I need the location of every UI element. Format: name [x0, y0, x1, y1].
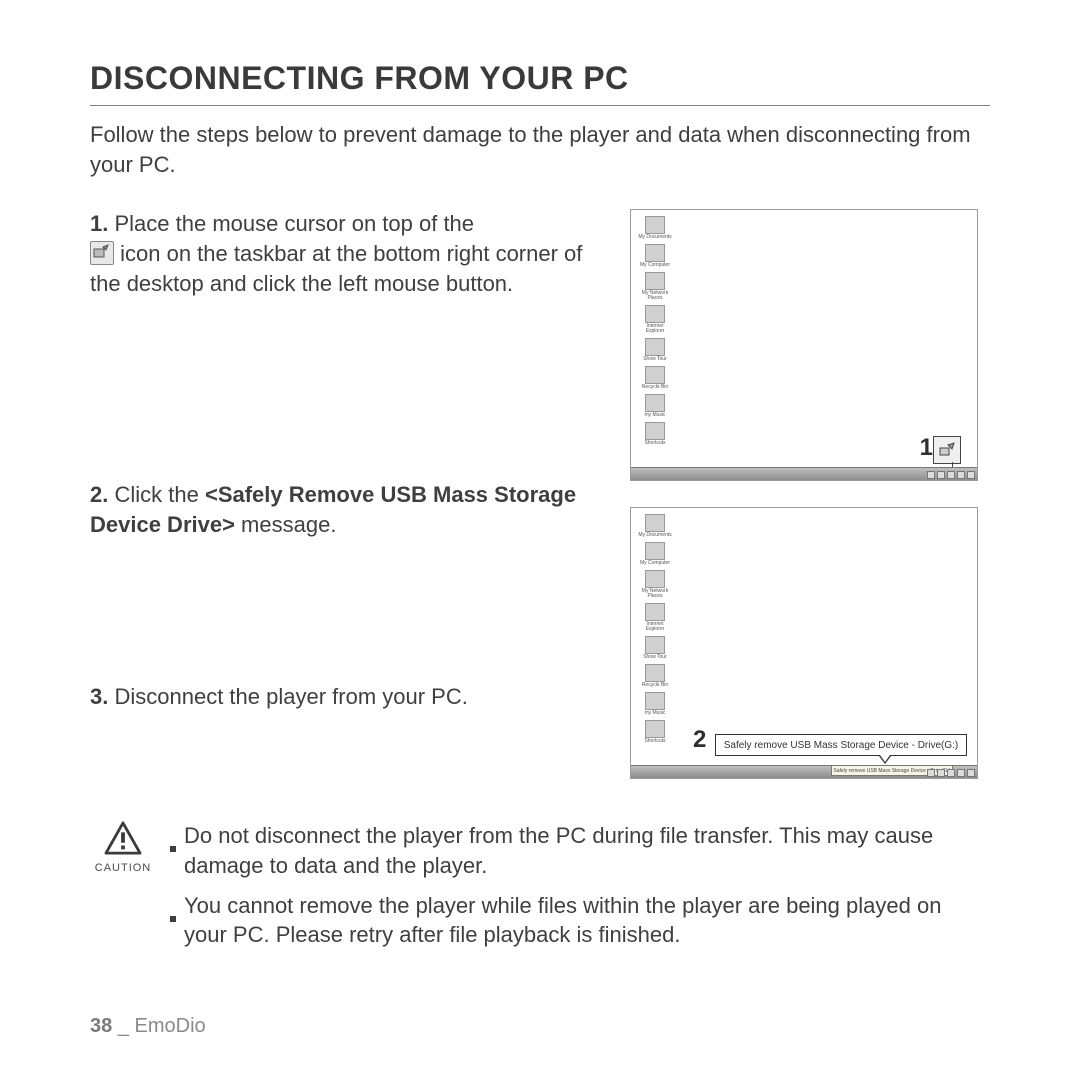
desktop-icons-2: My Documents My Computer My Network Places… — [637, 514, 685, 748]
step-2-text-b: message. — [235, 512, 337, 537]
desktop-icon: My Network Places — [637, 272, 673, 301]
system-tray-1 — [927, 470, 975, 479]
desktop-icon: My Network Places — [637, 570, 673, 599]
taskbar-2: Safely remove USB Mass Storage Device - … — [631, 765, 977, 778]
step-1-text-a: Place the mouse cursor on top of the — [114, 211, 474, 236]
taskbar-tray-icon — [90, 241, 114, 265]
desktop-icon: Recycle Bin — [637, 366, 673, 390]
caution-text-1: Do not disconnect the player from the PC… — [184, 821, 990, 880]
desktop-icon: Internet Explorer — [637, 305, 673, 334]
screenshot-2: My Documents My Computer My Network Places… — [630, 507, 978, 779]
safely-remove-bubble: Safely remove USB Mass Storage Device - … — [715, 734, 967, 756]
desktop-icon: My Documents — [637, 216, 673, 240]
step-3: 3. Disconnect the player from your PC. — [90, 682, 600, 712]
desktop-icon: My Computer — [637, 244, 673, 268]
step-2-number: 2. — [90, 482, 108, 507]
system-tray-2 — [927, 768, 975, 777]
bullet-icon — [170, 821, 184, 880]
intro-text: Follow the steps below to prevent damage… — [90, 120, 990, 179]
desktop-icon: my Music — [637, 692, 673, 716]
manual-page: DISCONNECTING FROM YOUR PC Follow the st… — [0, 0, 1080, 1080]
callout-number-1: 1 — [920, 434, 933, 462]
caution-label: CAUTION — [90, 862, 156, 874]
page-footer: 38 _ EmoDio — [90, 1015, 206, 1038]
callout-tray-icon — [933, 436, 961, 464]
desktop-icon: Internet Explorer — [637, 603, 673, 632]
step-1: 1. Place the mouse cursor on top of the … — [90, 209, 600, 298]
caution-triangle-icon — [104, 821, 142, 855]
steps-column: 1. Place the mouse cursor on top of the … — [90, 209, 600, 805]
caution-item: You cannot remove the player while files… — [170, 891, 990, 950]
taskbar-1 — [631, 467, 977, 480]
screenshot-1: My Documents My Computer My Network Places… — [630, 209, 978, 481]
step-3-text: Disconnect the player from your PC. — [114, 684, 467, 709]
footer-sep: _ — [112, 1015, 134, 1037]
content-row: 1. Place the mouse cursor on top of the … — [90, 209, 990, 805]
step-1-text-b: icon on the taskbar at the bottom right … — [90, 241, 582, 296]
bullet-icon — [170, 891, 184, 950]
callout-number-2: 2 — [693, 726, 706, 754]
caution-item: Do not disconnect the player from the PC… — [170, 821, 990, 880]
desktop-icon: My Computer — [637, 542, 673, 566]
footer-section: EmoDio — [135, 1015, 206, 1037]
bubble-tail — [879, 756, 891, 764]
caution-text-2: You cannot remove the player while files… — [184, 891, 990, 950]
caution-block: CAUTION Do not disconnect the player fro… — [90, 821, 990, 960]
caution-list: Do not disconnect the player from the PC… — [170, 821, 990, 960]
step-2-text-a: Click the — [114, 482, 204, 507]
desktop-icon: my Music — [637, 394, 673, 418]
page-title: DISCONNECTING FROM YOUR PC — [90, 60, 990, 97]
desktop-icon: Show Tour — [637, 338, 673, 362]
title-rule — [90, 105, 990, 106]
page-number: 38 — [90, 1015, 112, 1037]
desktop-icon: Shortcuts — [637, 720, 673, 744]
screenshots-column: My Documents My Computer My Network Places… — [630, 209, 980, 805]
desktop-icon: Shortcuts — [637, 422, 673, 446]
step-3-number: 3. — [90, 684, 108, 709]
step-1-number: 1. — [90, 211, 108, 236]
desktop-icons: My Documents My Computer My Network Places… — [637, 216, 685, 450]
desktop-icon: Recycle Bin — [637, 664, 673, 688]
step-2: 2. Click the <Safely Remove USB Mass Sto… — [90, 480, 600, 539]
caution-icon-column: CAUTION — [90, 821, 156, 960]
desktop-icon: My Documents — [637, 514, 673, 538]
desktop-icon: Show Tour — [637, 636, 673, 660]
